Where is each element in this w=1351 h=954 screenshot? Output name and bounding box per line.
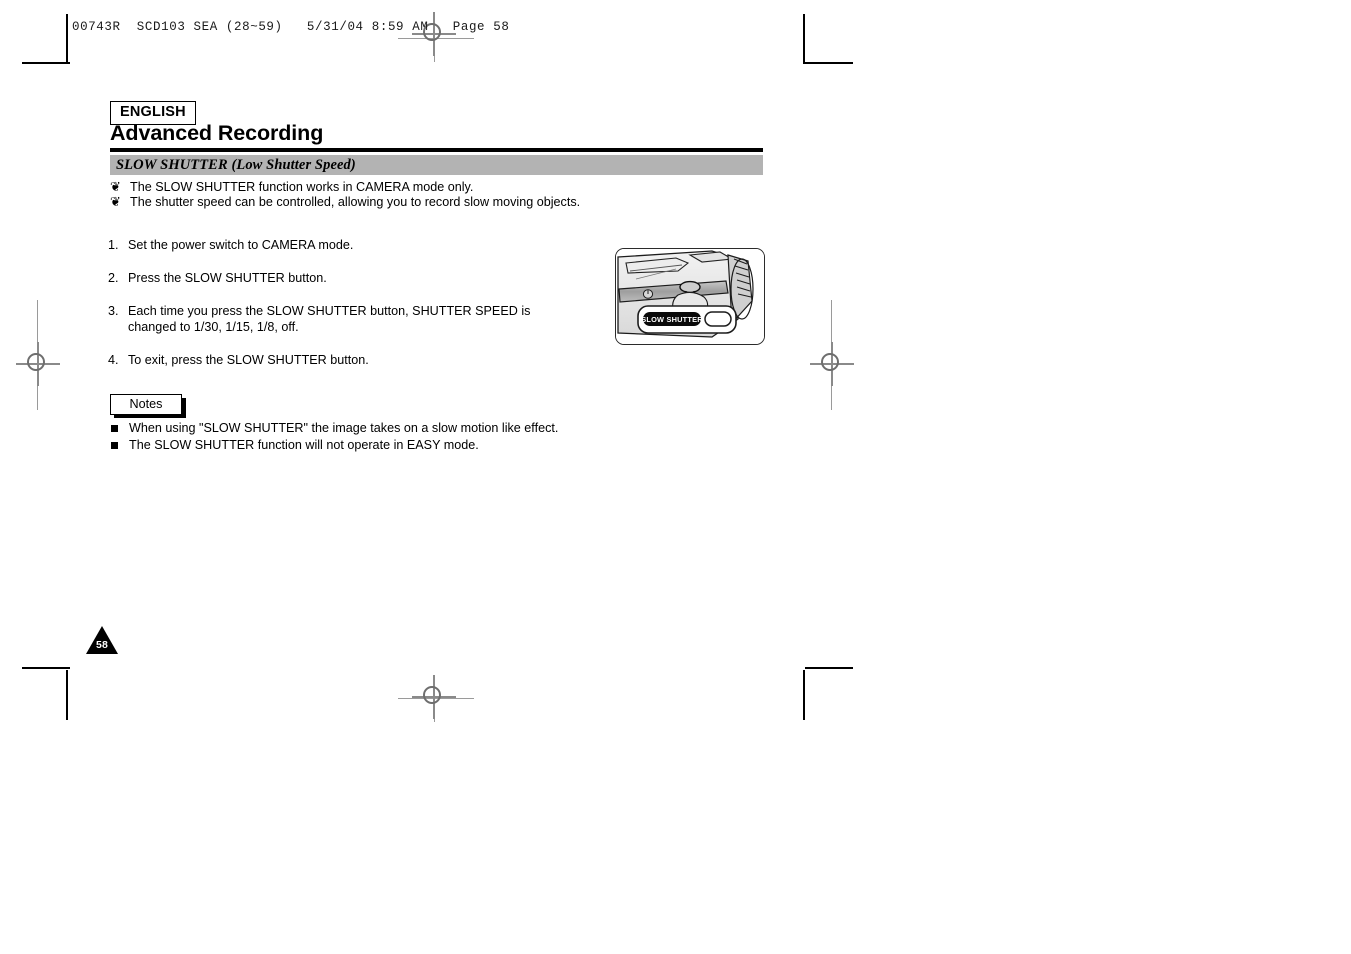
list-item-label: The shutter speed can be controlled, all… <box>130 195 581 210</box>
step-label: To exit, press the SLOW SHUTTER button. <box>128 352 369 367</box>
note-label: The SLOW SHUTTER function will not opera… <box>129 438 479 452</box>
callout-blank-button <box>704 311 732 327</box>
page-number-label: 58 <box>95 639 109 651</box>
crop-mark-top-left-vertical <box>66 14 68 64</box>
crop-mark-bottom-left-horizontal <box>22 667 70 669</box>
crop-mark-bottom-left-vertical <box>66 670 68 720</box>
crop-mark-top-right-horizontal <box>805 62 853 64</box>
clover-bullet-icon: ❦ <box>110 194 121 210</box>
notes-label: Notes <box>110 394 182 415</box>
clover-bullet-icon: ❦ <box>110 179 121 194</box>
title-divider <box>110 148 763 152</box>
notes-list: When using "SLOW SHUTTER" the image take… <box>110 420 730 454</box>
crop-mark-bottom-right-vertical <box>803 670 805 720</box>
page-title: Advanced Recording <box>110 121 324 145</box>
square-bullet-icon <box>111 425 118 432</box>
registration-mark-left <box>16 342 60 386</box>
crop-mark-top-right-vertical <box>803 14 805 64</box>
section-heading-label: SLOW SHUTTER (Low Shutter Speed) <box>116 157 356 173</box>
list-item: 4. To exit, press the SLOW SHUTTER butto… <box>108 353 568 368</box>
prepress-slug-line: 00743R SCD103 SEA (28~59) 5/31/04 8:59 A… <box>72 20 510 34</box>
slow-shutter-hardware-button <box>679 280 701 294</box>
registration-mark-bottom-center <box>412 675 456 719</box>
slow-shutter-pill-label: SLOW SHUTTER <box>641 315 703 324</box>
step-label: Press the SLOW SHUTTER button. <box>128 271 327 286</box>
step-number: 3. <box>108 304 119 319</box>
step-label: Set the power switch to CAMERA mode. <box>128 238 354 252</box>
list-item: The SLOW SHUTTER function will not opera… <box>110 437 730 454</box>
list-item: 2. Press the SLOW SHUTTER button. <box>108 271 568 286</box>
list-item: ❦ The SLOW SHUTTER function works in CAM… <box>110 179 730 195</box>
square-bullet-icon <box>111 442 118 449</box>
registration-mark-right <box>810 342 854 386</box>
step-number: 4. <box>108 352 119 367</box>
crop-mark-bottom-right-horizontal <box>805 667 853 669</box>
list-item: When using "SLOW SHUTTER" the image take… <box>110 420 730 437</box>
procedure-step-list: 1. Set the power switch to CAMERA mode. … <box>108 238 568 386</box>
manual-page: 00743R SCD103 SEA (28~59) 5/31/04 8:59 A… <box>0 0 1351 954</box>
page-number-badge: 58 <box>86 626 118 654</box>
list-item-label: The SLOW SHUTTER function works in CAMER… <box>130 180 474 194</box>
camcorder-figure-svg: SLOW SHUTTER <box>616 249 764 344</box>
camcorder-illustration: SLOW SHUTTER <box>615 248 765 345</box>
crop-mark-top-left-horizontal <box>22 62 70 64</box>
list-item: 1. Set the power switch to CAMERA mode. <box>108 238 568 253</box>
step-number: 1. <box>108 238 119 252</box>
intro-bullet-list: ❦ The SLOW SHUTTER function works in CAM… <box>110 179 730 211</box>
step-number: 2. <box>108 271 119 286</box>
step-label: Each time you press the SLOW SHUTTER but… <box>128 304 531 334</box>
registration-mark-top-center <box>412 12 456 56</box>
list-item: ❦ The shutter speed can be controlled, a… <box>110 194 730 210</box>
list-item: 3. Each time you press the SLOW SHUTTER … <box>108 304 568 334</box>
section-heading-bar: SLOW SHUTTER (Low Shutter Speed) <box>110 155 763 175</box>
note-label: When using "SLOW SHUTTER" the image take… <box>129 421 559 435</box>
notes-label-wrapper: Notes <box>110 394 186 418</box>
